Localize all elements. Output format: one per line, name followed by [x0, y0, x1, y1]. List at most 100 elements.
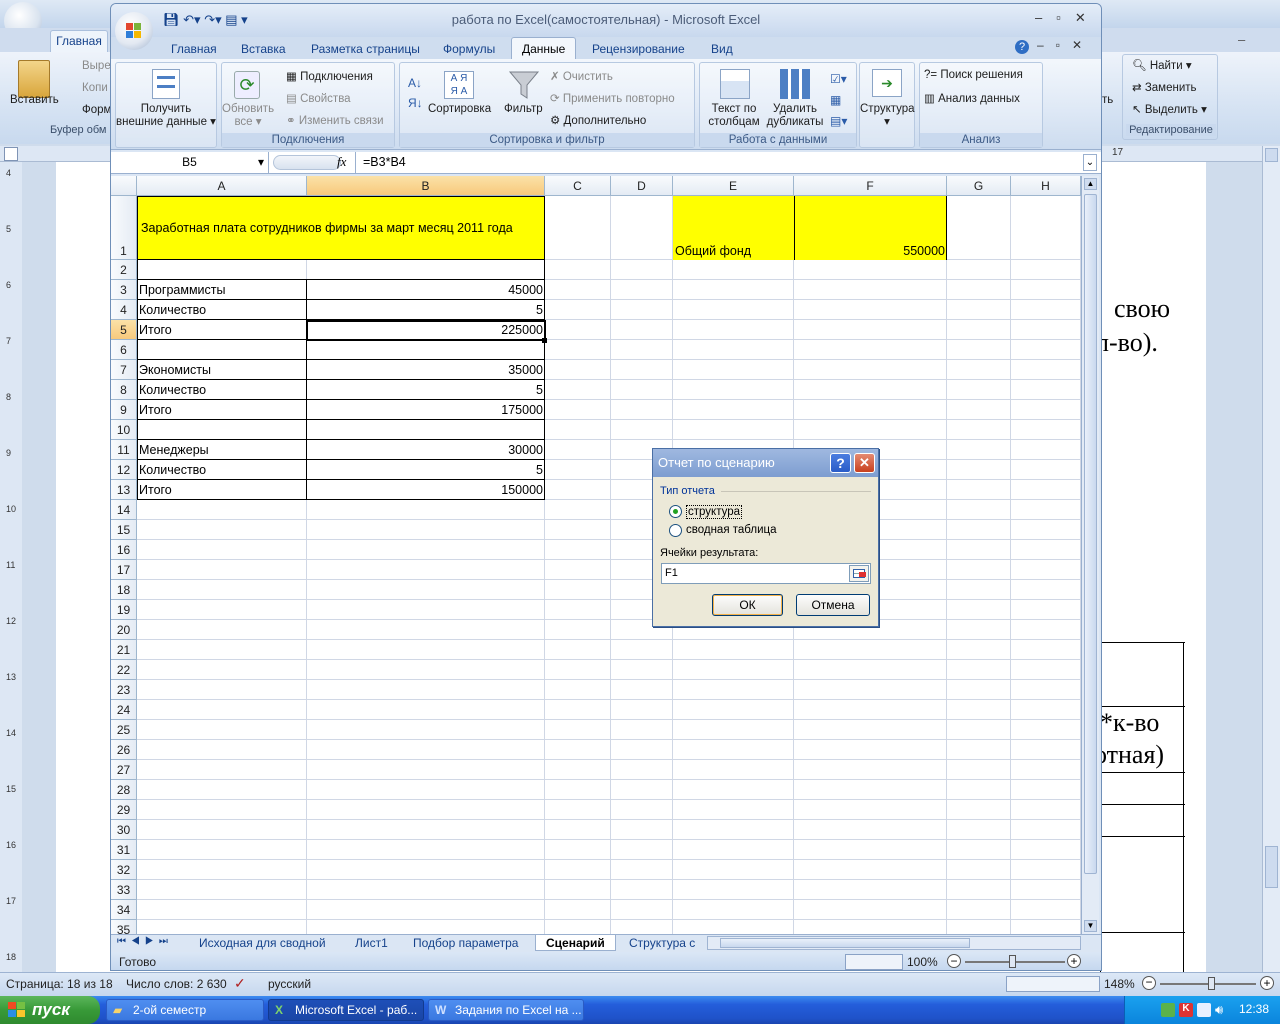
- row-header[interactable]: 16: [111, 540, 137, 560]
- row-header[interactable]: 24: [111, 700, 137, 720]
- row-header[interactable]: 14: [111, 500, 137, 520]
- tab-home[interactable]: Главная: [171, 39, 217, 59]
- row-header[interactable]: 3: [111, 280, 137, 300]
- first-sheet-icon[interactable]: ⏮: [117, 936, 131, 947]
- row-header[interactable]: 27: [111, 760, 137, 780]
- cell-b9[interactable]: 175000: [307, 400, 545, 420]
- cell-a5[interactable]: Итого: [137, 320, 307, 340]
- reapply-button[interactable]: ⟳ Применить повторно: [550, 91, 675, 105]
- word-word-count[interactable]: Число слов: 2 630: [126, 977, 227, 991]
- tab-insert[interactable]: Вставка: [241, 39, 286, 59]
- advanced-button[interactable]: ⚙︎ Дополнительно: [550, 113, 646, 127]
- word-replace-button[interactable]: ⇄ Заменить: [1132, 80, 1197, 94]
- row-header[interactable]: 34: [111, 900, 137, 920]
- dialog-help-button[interactable]: ?: [830, 453, 851, 473]
- cell-f1[interactable]: 550000: [794, 196, 947, 260]
- tab-selector-icon[interactable]: [4, 147, 18, 161]
- radio-structure[interactable]: [669, 505, 682, 518]
- task-word[interactable]: W Задания по Excel на ...: [428, 999, 584, 1021]
- row-header[interactable]: 28: [111, 780, 137, 800]
- column-header[interactable]: C: [545, 176, 611, 196]
- word-paste-button[interactable]: Вставить: [10, 94, 59, 106]
- column-header[interactable]: G: [947, 176, 1011, 196]
- range-select-icon[interactable]: [849, 565, 869, 582]
- word-cut-button[interactable]: Выре: [82, 60, 111, 72]
- refresh-all-button[interactable]: Обновить все ▾: [222, 103, 274, 129]
- formula-bar-handle[interactable]: [273, 155, 341, 170]
- ok-button[interactable]: ОК: [712, 594, 783, 616]
- excel-view-buttons[interactable]: [845, 954, 903, 970]
- scroll-up-icon[interactable]: [1265, 148, 1278, 162]
- scroll-thumb[interactable]: [1265, 846, 1278, 888]
- radio-pivot-table[interactable]: [669, 524, 682, 537]
- task-folder[interactable]: ▰ 2-ой семестр: [106, 999, 264, 1021]
- row-header[interactable]: 2: [111, 260, 137, 280]
- edit-links-button[interactable]: ⚭ Изменить связи: [286, 113, 384, 127]
- spellcheck-icon[interactable]: ✓: [234, 975, 246, 992]
- excel-zoom-thumb[interactable]: [1009, 955, 1016, 968]
- sheet-tab-scenario[interactable]: Сценарий: [535, 935, 616, 951]
- cell-b13[interactable]: 150000: [307, 480, 545, 500]
- option-pivot-label[interactable]: сводная таблица: [686, 524, 776, 536]
- name-box[interactable]: B5 ▾: [111, 152, 269, 173]
- word-language[interactable]: русский: [268, 977, 311, 991]
- row-header[interactable]: 32: [111, 860, 137, 880]
- row-header[interactable]: 7: [111, 360, 137, 380]
- row-header[interactable]: 10: [111, 420, 137, 440]
- minimize-icon[interactable]: –: [1035, 10, 1056, 25]
- vscroll-down-icon[interactable]: ▼: [1084, 920, 1097, 932]
- row-header[interactable]: 9: [111, 400, 137, 420]
- column-header[interactable]: H: [1011, 176, 1081, 196]
- word-copy-button[interactable]: Копи: [82, 82, 108, 94]
- next-sheet-icon[interactable]: ▶: [145, 936, 159, 947]
- row-header[interactable]: 6: [111, 340, 137, 360]
- word-zoom-level[interactable]: 148%: [1104, 977, 1135, 991]
- tab-page-layout[interactable]: Разметка страницы: [311, 39, 420, 59]
- sort-az-icon[interactable]: A↓ Я↓: [408, 73, 423, 113]
- column-header[interactable]: D: [611, 176, 673, 196]
- word-page-count[interactable]: Страница: 18 из 18: [6, 977, 113, 991]
- row-header[interactable]: 22: [111, 660, 137, 680]
- word-vertical-scrollbar[interactable]: [1262, 146, 1280, 972]
- tab-formulas[interactable]: Формулы: [443, 39, 495, 59]
- antivirus-icon[interactable]: K: [1179, 1003, 1193, 1017]
- window-controls[interactable]: –▫✕: [1035, 10, 1100, 26]
- row-header[interactable]: 5: [111, 320, 137, 340]
- sort-button[interactable]: Сортировка: [428, 103, 491, 115]
- cell-a8[interactable]: Количество: [137, 380, 307, 400]
- excel-vscroll[interactable]: ▲ ▼: [1081, 176, 1099, 936]
- text-to-columns-button[interactable]: Текст по столбцам: [702, 103, 766, 129]
- cell-a3[interactable]: Программисты: [137, 280, 307, 300]
- cell-b11[interactable]: 30000: [307, 440, 545, 460]
- tab-review[interactable]: Рецензирование: [592, 39, 685, 59]
- row-header[interactable]: 4: [111, 300, 137, 320]
- validation-icon[interactable]: ☑▾: [830, 72, 847, 86]
- cell-b3[interactable]: 45000: [307, 280, 545, 300]
- select-all-corner[interactable]: [111, 176, 137, 196]
- outline-button[interactable]: Структура ▾: [860, 103, 915, 129]
- help-icon[interactable]: ?: [1015, 40, 1029, 54]
- spreadsheet-grid[interactable]: ABCDEFGH 1 2 3 4 5 6 7 8 9 10 11 12 13 14 15 16 17 18 19 20…: [111, 176, 1081, 940]
- sheet-tab-pivot-source[interactable]: Исходная для сводной: [189, 935, 336, 951]
- name-box-dropdown-icon[interactable]: ▾: [258, 152, 264, 173]
- cell-a11[interactable]: Менеджеры: [137, 440, 307, 460]
- cancel-button[interactable]: Отмена: [796, 594, 870, 616]
- excel-horizontal-scrollbar[interactable]: [707, 936, 1081, 950]
- close-icon[interactable]: ✕: [1075, 10, 1100, 25]
- task-excel[interactable]: X Microsoft Excel - раб...: [268, 999, 424, 1021]
- excel-zoom-in-icon[interactable]: +: [1067, 954, 1081, 968]
- option-structure-label[interactable]: структура: [686, 505, 743, 519]
- row-header[interactable]: 20: [111, 620, 137, 640]
- zoom-in-icon[interactable]: +: [1260, 976, 1274, 990]
- column-header[interactable]: B: [307, 176, 545, 196]
- cell-b7[interactable]: 35000: [307, 360, 545, 380]
- row-header[interactable]: 23: [111, 680, 137, 700]
- row-header[interactable]: 21: [111, 640, 137, 660]
- sheet-tab-goal-seek[interactable]: Подбор параметра: [403, 935, 528, 951]
- network-icon[interactable]: [1197, 1003, 1211, 1017]
- sheet-tab-list1[interactable]: Лист1: [345, 935, 398, 951]
- row-header[interactable]: 18: [111, 580, 137, 600]
- tab-data[interactable]: Данные: [511, 37, 577, 60]
- formula-content[interactable]: =B3*B4: [363, 155, 406, 169]
- tab-view[interactable]: Вид: [711, 39, 733, 59]
